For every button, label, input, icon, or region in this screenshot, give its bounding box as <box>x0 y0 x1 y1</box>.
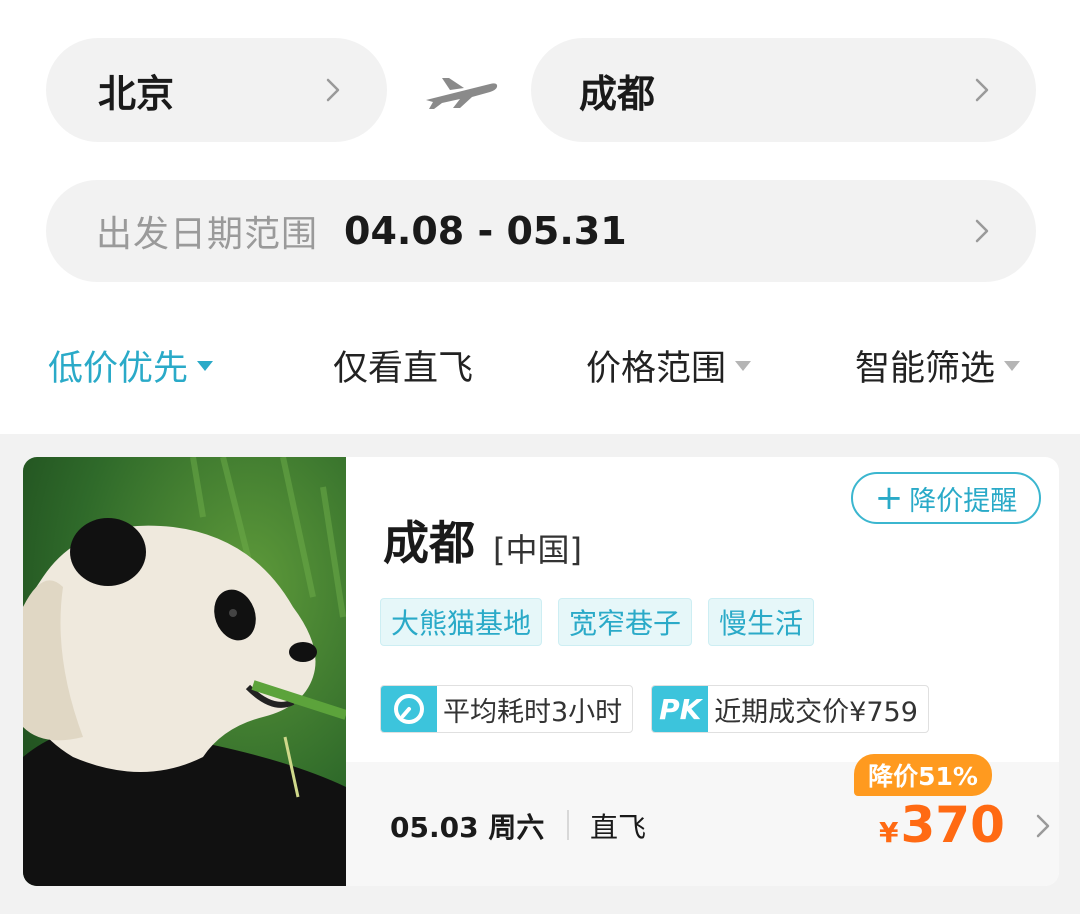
price-alert-label: 降价提醒 <box>909 485 1018 517</box>
departure-city: 北京 <box>98 71 175 116</box>
destination-tags: 大熊猫基地 宽窄巷子 慢生活 <box>380 598 830 646</box>
date-range-value: 04.08 - 05.31 <box>344 209 627 253</box>
plane-icon <box>426 78 498 109</box>
departure-city-selector[interactable]: 北京 <box>46 38 387 142</box>
arrival-city-selector[interactable]: 成都 <box>531 38 1036 142</box>
plus-icon: + <box>874 478 904 518</box>
filter-smart[interactable]: 智能筛选 <box>855 340 1021 391</box>
chevron-right-icon <box>326 78 340 102</box>
flight-price-row[interactable]: 05.03 周六 直飞 降价51% ¥ 370 <box>346 754 1059 886</box>
flight-info-row: 平均耗时3小时 PK 近期成交价¥759 <box>380 685 947 733</box>
price-alert-button[interactable]: + 降价提醒 <box>851 472 1041 524</box>
filter-price-range[interactable]: 价格范围 <box>586 340 752 391</box>
price-value: 370 <box>900 796 1005 854</box>
recent-price-info: PK 近期成交价¥759 <box>651 685 929 733</box>
arrival-city: 成都 <box>579 71 656 116</box>
destination-photo <box>23 457 346 886</box>
tag: 大熊猫基地 <box>380 598 543 646</box>
filter-label: 价格范围 <box>586 349 727 389</box>
chevron-right-icon <box>975 219 989 243</box>
date-range-selector[interactable]: 出发日期范围 04.08 - 05.31 <box>46 180 1036 282</box>
avg-time-info: 平均耗时3小时 <box>380 685 634 733</box>
price: ¥ 370 <box>879 796 1005 854</box>
filter-direct-only[interactable]: 仅看直飞 <box>333 340 473 391</box>
chevron-right-icon <box>1036 814 1050 838</box>
date-range-label: 出发日期范围 <box>96 214 319 255</box>
discount-badge: 降价51% <box>854 754 992 796</box>
dropdown-triangle-icon <box>1004 360 1021 371</box>
price-currency: ¥ <box>879 816 899 849</box>
destination-title: 成都 <box>383 516 475 570</box>
chevron-right-icon <box>975 78 989 102</box>
dropdown-triangle-icon <box>735 360 752 371</box>
pk-badge: PK <box>652 686 709 732</box>
flight-date: 05.03 周六 <box>390 811 545 844</box>
clock-icon <box>381 686 437 732</box>
filter-bar: 低价优先 仅看直飞 价格范围 智能筛选 <box>0 340 1080 396</box>
tag: 慢生活 <box>708 598 815 646</box>
flight-type: 直飞 <box>590 811 647 844</box>
destination-country: [中国] <box>493 531 582 569</box>
filter-label: 智能筛选 <box>855 349 996 389</box>
divider <box>567 810 569 840</box>
filter-label: 低价优先 <box>48 349 189 389</box>
dropdown-triangle-icon <box>197 360 214 371</box>
avg-time-text: 平均耗时3小时 <box>443 696 623 728</box>
recent-price-text: 近期成交价¥759 <box>714 696 918 728</box>
destination-card[interactable]: 成都 [中国] + 降价提醒 大熊猫基地 宽窄巷子 慢生活 平均耗时3小时 PK… <box>23 457 1059 886</box>
filter-label: 仅看直飞 <box>333 349 474 389</box>
tag: 宽窄巷子 <box>558 598 693 646</box>
filter-lowest-price[interactable]: 低价优先 <box>48 340 214 391</box>
